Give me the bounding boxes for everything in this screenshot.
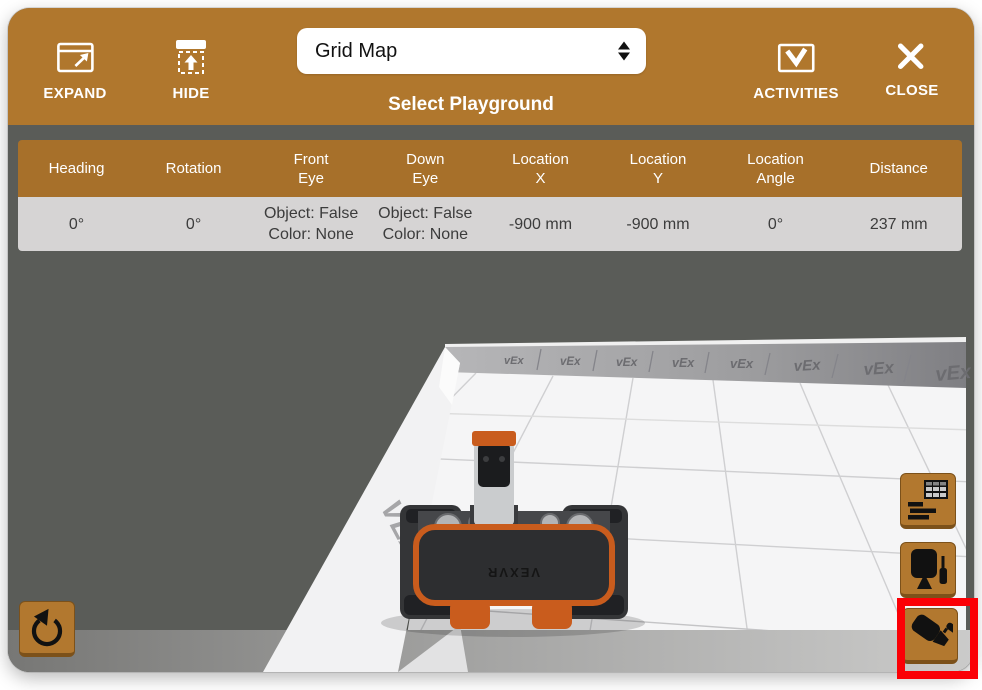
video-camera-icon (907, 612, 953, 658)
value-location-angle: 0° (716, 197, 836, 251)
hide-icon (171, 38, 211, 78)
hide-button[interactable]: HIDE (171, 38, 211, 102)
playground-3d-viewport[interactable]: vEx vEx vEx vEx vEx vEx vEx vEx VEX (8, 125, 974, 672)
expand-label: EXPAND (43, 85, 106, 102)
playground-select-value: Grid Map (315, 40, 397, 63)
toolbar: EXPAND HIDE Grid Map Select Playground A… (8, 8, 974, 125)
sensor-header-row: Heading Rotation FrontEye DownEye Locati… (18, 140, 962, 197)
col-distance: Distance (835, 140, 962, 197)
col-location-y: LocationY (600, 140, 715, 197)
camera-view-button[interactable] (902, 608, 958, 664)
activities-button[interactable]: ACTIVITIES (753, 38, 839, 102)
hide-label: HIDE (172, 85, 209, 102)
expand-icon (55, 38, 95, 78)
dashboard-icon (906, 478, 950, 522)
value-location-x: -900 mm (481, 197, 601, 251)
value-down-eye: Object: FalseColor: None (370, 197, 480, 251)
svg-text:vEx: vEx (793, 357, 821, 375)
camera-control-icon (906, 547, 950, 591)
dashboard-toggle-button[interactable] (900, 473, 956, 529)
robot-top-label: VEXVR (486, 565, 540, 580)
camera-control-button[interactable] (900, 542, 956, 598)
col-location-angle: LocationAngle (716, 140, 836, 197)
svg-text:vEx: vEx (863, 358, 896, 379)
select-spinner-icon (618, 42, 630, 61)
value-heading: 0° (18, 197, 135, 251)
playground-window: EXPAND HIDE Grid Map Select Playground A… (8, 8, 974, 672)
value-front-eye: Object: FalseColor: None (252, 197, 370, 251)
reset-button[interactable] (19, 601, 75, 657)
sensor-value-row: 0° 0° Object: FalseColor: None Object: F… (18, 197, 962, 251)
activities-label: ACTIVITIES (753, 85, 839, 102)
select-playground-title: Select Playground (388, 94, 554, 116)
col-rotation: Rotation (135, 140, 252, 197)
expand-button[interactable]: EXPAND (43, 38, 106, 102)
svg-text:vEx: vEx (730, 356, 754, 371)
sensor-dashboard-table: Heading Rotation FrontEye DownEye Locati… (18, 140, 962, 251)
activities-icon (776, 38, 816, 78)
svg-text:vEx: vEx (504, 355, 524, 367)
close-icon (895, 41, 929, 75)
close-label: CLOSE (885, 82, 938, 99)
col-location-x: LocationX (481, 140, 601, 197)
value-rotation: 0° (135, 197, 252, 251)
playground-select[interactable]: Grid Map (297, 28, 646, 74)
close-button[interactable]: CLOSE (885, 41, 938, 99)
value-location-y: -900 mm (600, 197, 715, 251)
svg-text:vEx: vEx (560, 356, 581, 368)
value-distance: 237 mm (835, 197, 962, 251)
col-down-eye: DownEye (370, 140, 480, 197)
svg-text:vEx: vEx (672, 356, 695, 370)
svg-text:vEx: vEx (616, 355, 639, 369)
col-front-eye: FrontEye (252, 140, 370, 197)
svg-text:vEx: vEx (935, 361, 973, 386)
col-heading: Heading (18, 140, 135, 197)
reset-icon (24, 605, 70, 651)
